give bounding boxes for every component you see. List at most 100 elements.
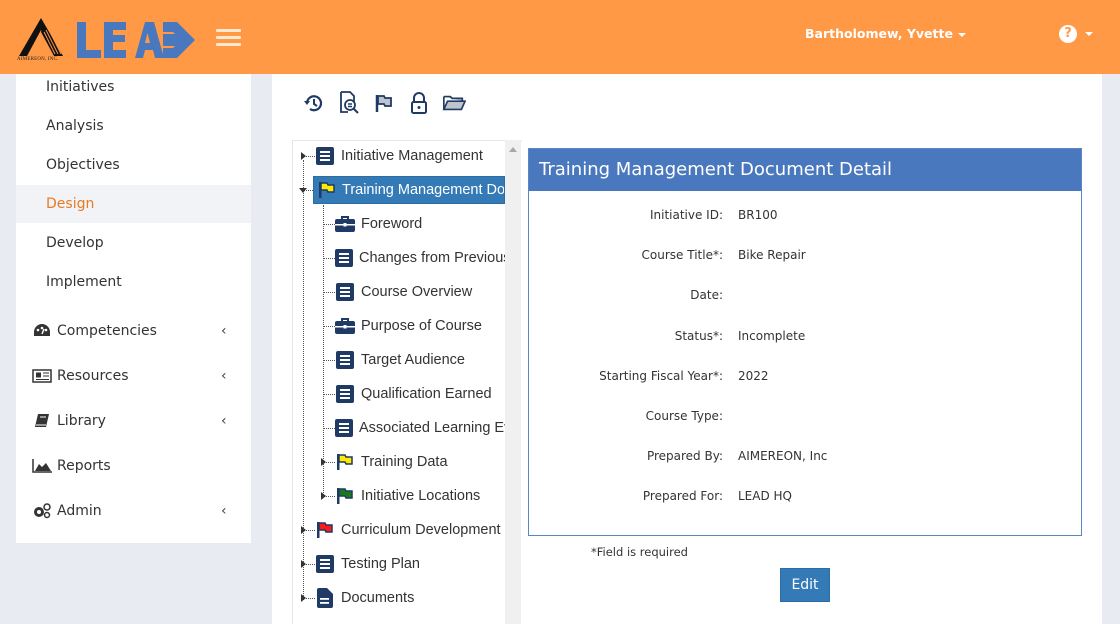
tree-node-label: Training Data [361,454,448,470]
expand-toggle-icon[interactable] [321,492,326,500]
chevron-left-icon: ‹ [221,503,227,519]
chevron-left-icon: ‹ [221,368,227,384]
field-value: LEAD HQ [738,489,792,504]
list-icon [335,418,353,438]
collapse-toggle-icon[interactable] [299,188,307,193]
sidebar-item-label: Objectives [46,157,120,173]
tree-node-label: Target Audience [361,352,465,368]
expand-toggle-icon[interactable] [301,152,306,160]
sidebar-item-resources[interactable]: Resources ‹ [16,359,251,393]
field-label: Starting Fiscal Year*: [599,368,723,383]
field-label: Prepared For: [642,489,723,504]
red-flag-icon [315,520,335,540]
tree-node[interactable]: Course Overview [335,279,505,305]
sidebar-item-design[interactable]: Design [16,185,251,223]
list-icon [315,146,335,166]
yellow-flag-icon [318,180,336,200]
sidebar-item-reports[interactable]: Reports [16,449,251,483]
caret-down-icon [1085,32,1093,36]
tree-connector [323,326,335,327]
sidebar-item-label: Implement [46,274,122,290]
folder-open-icon[interactable] [442,91,466,115]
sidebar-item-initiatives[interactable]: Initiatives [16,74,251,112]
tree-node[interactable]: Training Data [335,449,505,475]
tree-node[interactable]: Training Management Document [313,176,505,204]
chevron-left-icon: ‹ [221,323,227,339]
search-document-icon[interactable] [337,91,361,115]
field-label: Course Title*: [641,248,723,263]
tree-connector [323,394,335,395]
tree-node[interactable]: Initiative Management [315,143,505,169]
sidebar-item-label: Resources [57,368,129,384]
sidebar-item-label: Reports [57,458,111,474]
tree-node-label: Initiative Management [341,148,483,164]
user-menu-dropdown[interactable]: Bartholomew, Yvette [805,26,966,41]
edit-button[interactable]: Edit [780,568,830,602]
gears-icon [32,503,52,519]
tree-node[interactable]: Associated Learning Events [335,415,505,441]
tree-node[interactable]: Qualification Earned [335,381,505,407]
lock-icon[interactable] [407,91,431,115]
scroll-up-icon[interactable] [509,147,517,152]
tree-scrollbar[interactable] [505,140,521,624]
briefcase-icon [335,214,355,234]
sidebar-item-label: Design [46,196,95,212]
field-value: BR100 [738,208,778,222]
lead-logo-icon [77,22,195,58]
tree-node[interactable]: Changes from Previous [335,245,505,271]
sidebar-item-competencies[interactable]: Competencies ‹ [16,314,251,348]
tree-node[interactable]: Curriculum Development [315,517,505,543]
expand-toggle-icon[interactable] [301,526,306,534]
field-label: Status*: [674,328,723,343]
question-circle-icon: ? [1059,25,1077,43]
field-label: Initiative ID: [649,208,723,222]
green-flag-icon [335,486,355,506]
book-icon [32,413,52,429]
sidebar-item-analysis[interactable]: Analysis [16,113,251,151]
tree-node-label: Course Overview [361,284,473,300]
tree-connector [303,160,304,600]
tree-node-label: Purpose of Course [361,318,482,334]
list-icon [335,384,355,404]
sidebar: Initiatives Analysis Objectives Design D… [16,74,251,543]
tree-connector [323,224,335,225]
area-chart-icon [32,458,52,474]
tree-node-label: Qualification Earned [361,386,492,402]
tree-node[interactable]: Purpose of Course [335,313,505,339]
tree-connector [323,205,324,495]
expand-toggle-icon[interactable] [301,560,306,568]
detail-panel: Training Management Document Detail Init… [528,148,1082,536]
tree-node[interactable]: Documents [315,585,505,611]
expand-toggle-icon[interactable] [321,458,326,466]
help-menu-dropdown[interactable]: ? [1059,25,1093,43]
sidebar-item-library[interactable]: Library ‹ [16,404,251,438]
list-icon [335,248,353,268]
required-note: *Field is required [591,545,688,559]
sidebar-item-label: Admin [57,503,102,519]
tree-node[interactable]: Target Audience [335,347,505,373]
menu-toggle-button[interactable] [216,29,241,47]
field-value: AIMEREON, Inc [738,449,828,464]
sidebar-item-label: Competencies [57,323,157,339]
sidebar-item-develop[interactable]: Develop [16,230,251,268]
tree-node-label: Associated Learning Events [359,420,505,436]
tree-node-label: Foreword [361,216,423,232]
detail-panel-title: Training Management Document Detail [529,149,1081,191]
history-icon[interactable] [302,91,326,115]
sidebar-item-admin[interactable]: Admin ‹ [16,494,251,528]
tree-connector [323,360,335,361]
sidebar-item-implement[interactable]: Implement [16,269,251,307]
document-toolbar [302,91,466,115]
field-label: Prepared By: [646,449,723,464]
tree-node[interactable]: Testing Plan [315,551,505,577]
tree-node[interactable]: Initiative Locations [335,483,505,509]
flag-icon[interactable] [372,91,396,115]
field-label: Date: [690,288,723,303]
sidebar-item-label: Develop [46,235,104,251]
dashboard-icon [32,323,52,339]
list-icon [335,350,355,370]
expand-toggle-icon[interactable] [301,594,306,602]
tree-node[interactable]: Foreword [335,211,505,237]
tree-node-label: Training Management Document [342,182,505,198]
user-name: Bartholomew, Yvette [805,26,953,41]
